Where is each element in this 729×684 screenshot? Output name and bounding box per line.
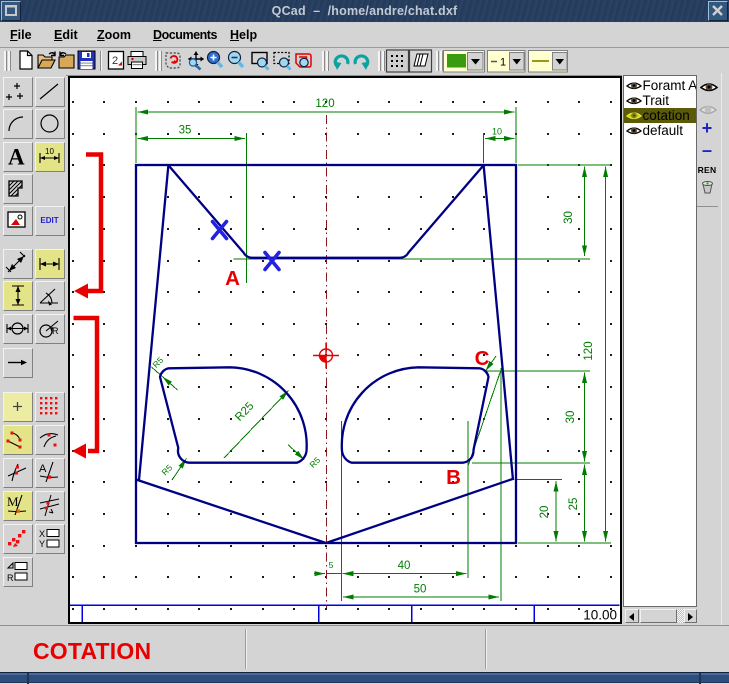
svg-text:X: X [39, 529, 45, 539]
svg-text:R: R [52, 326, 59, 336]
svg-text:A: A [39, 463, 47, 475]
svg-text:A: A [225, 267, 240, 290]
svg-text:A: A [8, 144, 25, 169]
svg-text:25: 25 [568, 498, 580, 511]
svg-text:35: 35 [179, 125, 192, 137]
svg-text:10: 10 [492, 127, 502, 137]
svg-text:M: M [7, 494, 19, 509]
svg-text:R: R [7, 573, 14, 583]
svg-text:10: 10 [45, 147, 54, 156]
svg-text:5: 5 [329, 560, 334, 570]
svg-text:Y: Y [39, 539, 45, 549]
svg-text:10.00: 10.00 [583, 608, 617, 623]
svg-text:R25: R25 [233, 400, 256, 424]
svg-text:30: 30 [563, 211, 575, 224]
svg-text:40: 40 [398, 560, 411, 572]
svg-text:2: 2 [112, 55, 118, 67]
svg-text:R5: R5 [159, 462, 174, 477]
svg-text:R5: R5 [307, 455, 322, 470]
svg-text:1: 1 [500, 57, 506, 69]
svg-text:50: 50 [414, 584, 427, 596]
svg-text:B: B [446, 466, 461, 489]
svg-text:30: 30 [565, 411, 577, 424]
svg-text:120: 120 [315, 98, 334, 110]
svg-text:120: 120 [583, 341, 595, 360]
svg-text:20: 20 [539, 506, 551, 519]
svg-text:C: C [475, 347, 490, 370]
